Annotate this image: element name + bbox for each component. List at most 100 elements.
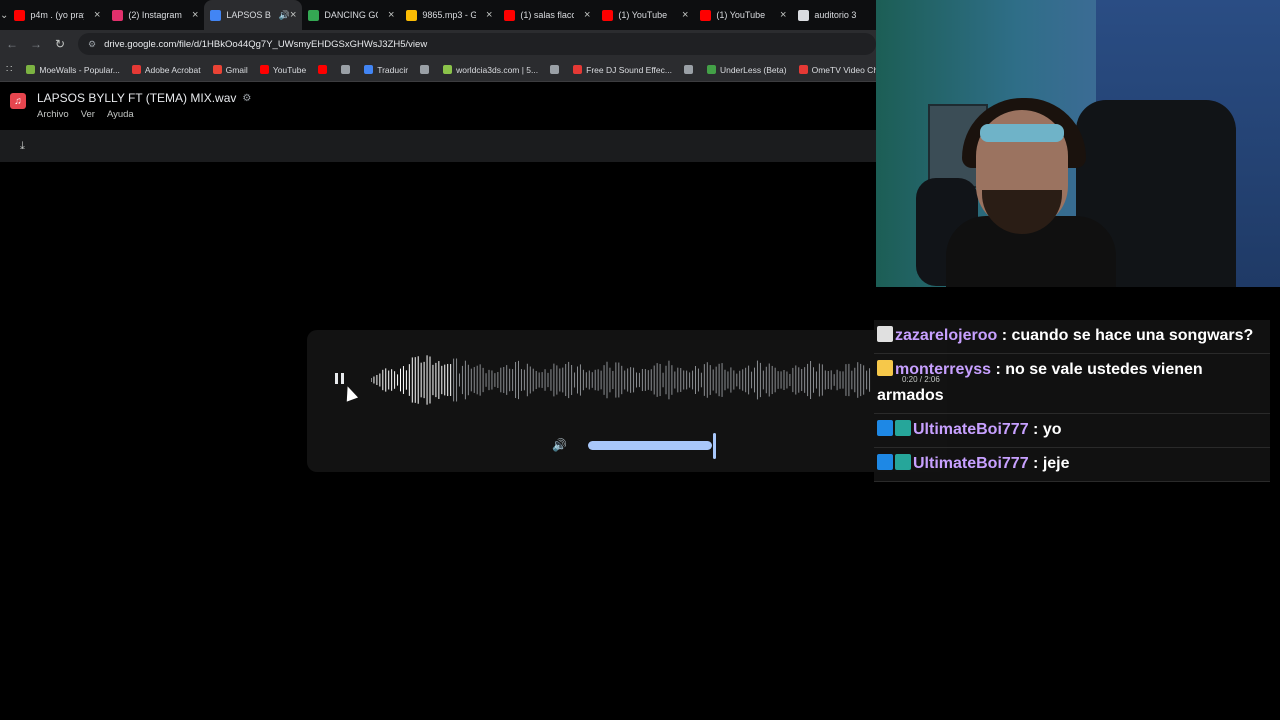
bookmark-label: worldcia3ds.com | 5... (456, 64, 539, 75)
tab-audio-icon[interactable]: 🔊 (279, 10, 290, 21)
chat-message: UltimateBoi777 : jeje (874, 448, 1270, 482)
shared-icon: ⚙ (242, 92, 252, 104)
tab-title: (1) YouTube (618, 10, 668, 20)
tab-close-icon[interactable]: × (780, 9, 786, 21)
tab-favicon-icon (602, 9, 614, 21)
bookmarks-bar: ∷ MoeWalls - Popular... Adobe Acrobat Gmai… (0, 58, 892, 82)
forward-icon[interactable]: → (24, 37, 48, 51)
chat-badge-icon (877, 420, 893, 436)
bookmark-favicon-icon (26, 65, 36, 74)
tab-6[interactable]: (1) YouTube × (596, 0, 694, 30)
tab-close-icon[interactable]: × (584, 9, 590, 21)
audio-player: 🔊 (307, 330, 947, 472)
chat-badge-icon (877, 326, 893, 342)
menu-item-archivo[interactable]: Archivo (37, 109, 69, 120)
tab-favicon-icon (504, 9, 516, 21)
download-icon[interactable]: ⤓ (20, 140, 25, 153)
bookmark-label: UnderLess (Beta) (719, 64, 787, 75)
tab-8[interactable]: auditorio 3× (792, 0, 876, 30)
bookmark-favicon-icon (259, 65, 269, 74)
tab-favicon-icon (308, 9, 320, 21)
chat-message: zazarelojeroo : cuando se hace una songw… (874, 320, 1270, 354)
tab-favicon-icon (406, 9, 418, 21)
bookmark-favicon-icon (318, 65, 328, 74)
tab-favicon-icon (14, 9, 26, 21)
bookmark-item[interactable] (420, 65, 433, 74)
bookmark-item[interactable] (318, 65, 331, 74)
chat-text: jeje (1042, 455, 1070, 472)
chat-badge-icon (877, 360, 893, 376)
tab-0[interactable]: p4m . (yo pray × (8, 0, 106, 30)
volume-slider[interactable] (588, 441, 712, 450)
bookmark-item[interactable]: YouTube (259, 64, 307, 75)
bookmark-item[interactable]: worldcia3ds.com | 5... (443, 65, 538, 75)
chat-overlay: zazarelojeroo : cuando se hace una songw… (874, 320, 1270, 482)
tab-favicon-icon (112, 9, 124, 21)
toolbar: ⤓ (0, 130, 876, 162)
bookmark-item[interactable]: Adobe Acrobat (131, 65, 201, 75)
bookmark-favicon-icon (443, 65, 453, 74)
tab-favicon-icon (210, 9, 222, 21)
volume-icon[interactable]: 🔊 (552, 438, 567, 452)
player-time: 0:20 / 2:06 (902, 375, 940, 384)
chat-badge-icon (877, 454, 893, 470)
url-input[interactable]: ⚙ drive.google.com/file/d/1HBkOo44Qg7Y_U… (78, 33, 876, 55)
tab-close-icon[interactable]: × (290, 9, 296, 21)
tab-5[interactable]: (1) salas flaco × (498, 0, 596, 30)
bookmark-label: Gmail (225, 64, 248, 75)
bookmark-label: YouTube (272, 64, 307, 75)
address-bar: ← → ↻ ⚙ drive.google.com/file/d/1HBkOo44… (0, 30, 876, 58)
tab-favicon-icon (700, 9, 712, 21)
apps-grid-icon[interactable]: ∷ (6, 64, 12, 75)
file-menu: Archivo Ver Ayuda (37, 109, 251, 120)
bookmark-favicon-icon (364, 65, 374, 74)
bookmark-item[interactable]: Traducir (364, 65, 408, 75)
chat-message: monterreyss : no se vale ustedes vienen … (874, 354, 1270, 414)
bookmark-favicon-icon (131, 65, 141, 74)
bookmark-item[interactable] (683, 65, 697, 74)
tab-7[interactable]: (1) YouTube × (694, 0, 792, 30)
tab-3[interactable]: DANCING GO × (302, 0, 400, 30)
tab-close-icon[interactable]: × (682, 9, 688, 21)
tab-title: auditorio 3 (814, 10, 857, 20)
bookmark-item[interactable] (550, 65, 563, 74)
chat-username: zazarelojeroo (895, 327, 998, 344)
tab-title: DANCING GO (324, 10, 379, 20)
volume-slider-thumb[interactable] (713, 433, 716, 459)
chat-text: yo (1042, 421, 1062, 438)
audio-file-icon: ♫ (10, 93, 26, 109)
tab-1[interactable]: (2) Instagram × (106, 0, 204, 30)
tab-title: (1) salas flaco (520, 10, 575, 20)
tab-title: LAPSOS B (226, 10, 271, 20)
tab-close-icon[interactable]: × (94, 9, 100, 21)
tab-2[interactable]: LAPSOS B 🔊 × (204, 0, 303, 30)
chat-message: UltimateBoi777 : yo (874, 414, 1270, 448)
back-icon[interactable]: ← (0, 37, 24, 51)
tab-close-icon[interactable]: × (486, 9, 492, 21)
bookmark-favicon-icon (341, 65, 351, 74)
site-info-icon[interactable]: ⚙ (88, 39, 96, 50)
bookmark-item[interactable]: MoeWalls - Popular... (26, 65, 120, 75)
bookmark-favicon-icon (683, 65, 693, 74)
file-header: ♫ LAPSOS BYLLY FT (TEMA) MIX.wav ⚙ Archi… (0, 83, 876, 127)
tab-title: 9865.mp3 - Go (422, 10, 477, 20)
url-text: drive.google.com/file/d/1HBkOo44Qg7Y_UWs… (104, 38, 428, 50)
menu-item-ver[interactable]: Ver (81, 109, 95, 120)
reload-icon[interactable]: ↻ (48, 37, 72, 51)
bookmark-favicon-icon (550, 65, 560, 74)
tab-close-icon[interactable]: × (192, 9, 198, 21)
chat-username: UltimateBoi777 (913, 455, 1029, 472)
bookmark-item[interactable]: UnderLess (Beta) (706, 64, 787, 75)
bookmark-item[interactable] (341, 65, 354, 74)
tab-close-icon[interactable]: × (388, 9, 394, 21)
bookmark-favicon-icon (212, 65, 222, 74)
bookmark-item[interactable]: Free DJ Sound Effec... (573, 65, 672, 75)
menu-item-ayuda[interactable]: Ayuda (107, 109, 134, 120)
tab-search-icon[interactable]: ⌄ (0, 0, 8, 30)
waveform[interactable] (371, 350, 871, 410)
tab-title: (1) YouTube (716, 10, 766, 20)
bookmark-item[interactable]: Gmail (212, 64, 248, 75)
webcam-feed (876, 0, 1280, 287)
tab-4[interactable]: 9865.mp3 - Go × (400, 0, 498, 30)
chat-username: UltimateBoi777 (913, 421, 1029, 438)
